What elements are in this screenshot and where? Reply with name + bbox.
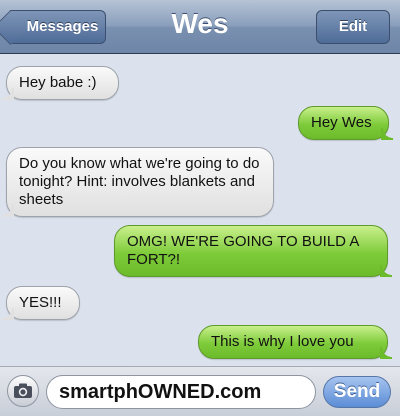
message-bubble-incoming: Hey babe :)	[2, 66, 119, 100]
message-bubble-incoming: YES!!!	[2, 286, 80, 320]
message-input-field[interactable]: smartphOWNED.com	[46, 375, 316, 409]
message-bubble-incoming: Do you know what we're going to do tonig…	[2, 147, 274, 217]
camera-button[interactable]	[7, 375, 39, 407]
send-button[interactable]: Send	[323, 376, 391, 408]
message-bubble-outgoing: This is why I love you	[198, 325, 392, 359]
compose-bar: smartphOWNED.com Send	[0, 366, 400, 416]
message-list: Hey babe :) Hey Wes Do you know what we'…	[0, 55, 400, 366]
message-bubble-outgoing: OMG! WE'RE GOING TO BUILD A FORT?!	[114, 225, 392, 277]
message-bubble-outgoing: Hey Wes	[298, 106, 393, 140]
edit-button[interactable]: Edit	[316, 10, 390, 44]
camera-icon	[14, 383, 32, 398]
navigation-bar: Messages Wes Edit	[0, 0, 400, 54]
messages-back-button[interactable]: Messages	[10, 10, 106, 44]
